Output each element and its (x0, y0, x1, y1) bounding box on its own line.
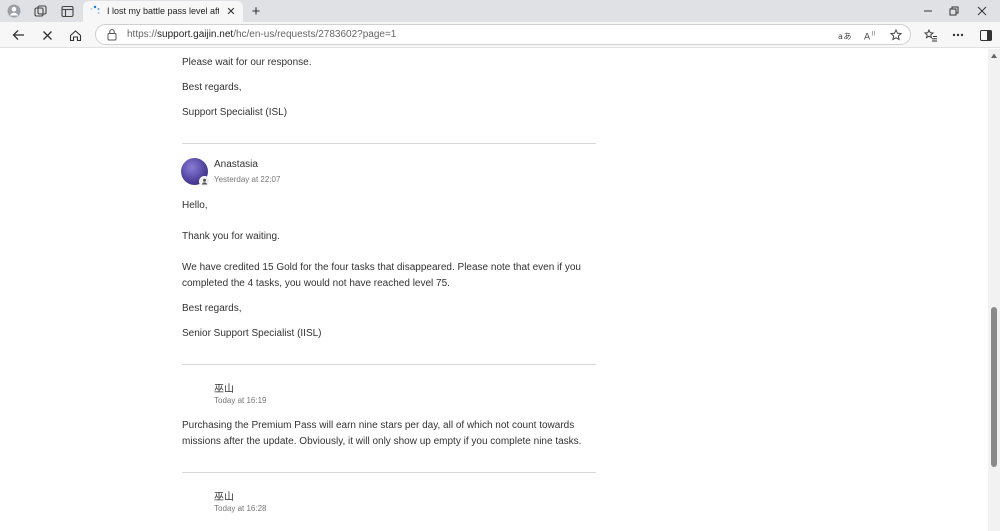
comment-text: Best regards, (182, 303, 242, 314)
comment-time: Yesterday at 22:07 (214, 175, 281, 184)
browser-toolbar: https://support.gaijin.net/hc/en-us/requ… (0, 22, 1000, 48)
agent-badge-icon (199, 176, 210, 187)
url-scheme: https:// (127, 29, 158, 40)
minimize-icon[interactable] (918, 2, 938, 20)
comment-text: completed the 4 tasks, you would not hav… (182, 278, 450, 289)
comment-signature: Senior Support Specialist (IISL) (182, 328, 322, 339)
back-arrow-icon[interactable] (8, 25, 28, 45)
read-aloud-icon[interactable]: A)) (862, 27, 878, 43)
tab-actions-icon[interactable] (57, 2, 77, 20)
comment-divider (182, 472, 596, 473)
active-tab[interactable]: I lost my battle pass level after last u… (83, 1, 243, 23)
restore-icon[interactable] (944, 2, 964, 20)
address-bar[interactable]: https://support.gaijin.net/hc/en-us/requ… (95, 24, 911, 45)
comment-divider (182, 364, 596, 365)
comment-text: Hello, (182, 200, 208, 211)
comment-divider (182, 143, 596, 144)
message-text: Please wait for our response. (182, 57, 312, 68)
message-text: Best regards, (182, 82, 242, 93)
loading-spinner-icon (90, 5, 100, 14)
favorites-icon[interactable] (921, 25, 941, 45)
url-host: support.gaijin.net (157, 29, 234, 40)
sidebar-icon[interactable] (976, 25, 996, 45)
translate-icon[interactable]: aあ (836, 27, 852, 43)
scroll-up-arrow-icon[interactable] (990, 52, 998, 60)
tab-bar: I lost my battle pass level after last u… (0, 0, 1000, 23)
comment-text: We have credited 15 Gold for the four ta… (182, 262, 581, 273)
comment-time: Today at 16:28 (214, 504, 267, 513)
home-icon[interactable] (65, 25, 85, 45)
comment-text: Thank you for waiting. (182, 231, 280, 242)
svg-text:A: A (864, 32, 871, 41)
new-tab-icon[interactable]: + (247, 2, 265, 20)
profile-icon[interactable] (4, 2, 24, 20)
comment-time: Today at 16:19 (214, 396, 267, 405)
comment-text: Purchasing the Premium Pass will earn ni… (182, 420, 575, 431)
lock-icon[interactable] (106, 28, 118, 41)
svg-text:あ: あ (843, 32, 851, 41)
comment-author[interactable]: 巫山 (214, 380, 234, 395)
tab-title: I lost my battle pass level after last u… (107, 6, 219, 16)
svg-text:a: a (838, 32, 843, 41)
message-signature: Support Specialist (ISL) (182, 107, 288, 118)
comment-text: missions after the update. Obviously, it… (182, 436, 582, 447)
page-scrollbar[interactable] (988, 49, 1000, 531)
stop-icon[interactable] (37, 25, 57, 45)
scroll-thumb[interactable] (991, 307, 997, 467)
url-path: /hc/en-us/requests/2783602?page=1 (233, 29, 397, 40)
svg-text:)): )) (871, 31, 875, 37)
browser-window: I lost my battle pass level after last u… (0, 0, 1000, 531)
comment-author[interactable]: Anastasia (214, 159, 258, 170)
workspaces-icon[interactable] (30, 2, 50, 20)
comment-author[interactable]: 巫山 (214, 488, 234, 503)
more-icon[interactable] (948, 25, 968, 45)
url-text[interactable]: https://support.gaijin.net/hc/en-us/requ… (127, 29, 396, 40)
page-content: Please wait for our response. Best regar… (0, 49, 988, 531)
close-tab-icon[interactable]: ✕ (224, 4, 238, 18)
close-window-icon[interactable] (972, 2, 992, 20)
star-icon[interactable] (888, 27, 904, 43)
avatar[interactable] (181, 158, 210, 187)
